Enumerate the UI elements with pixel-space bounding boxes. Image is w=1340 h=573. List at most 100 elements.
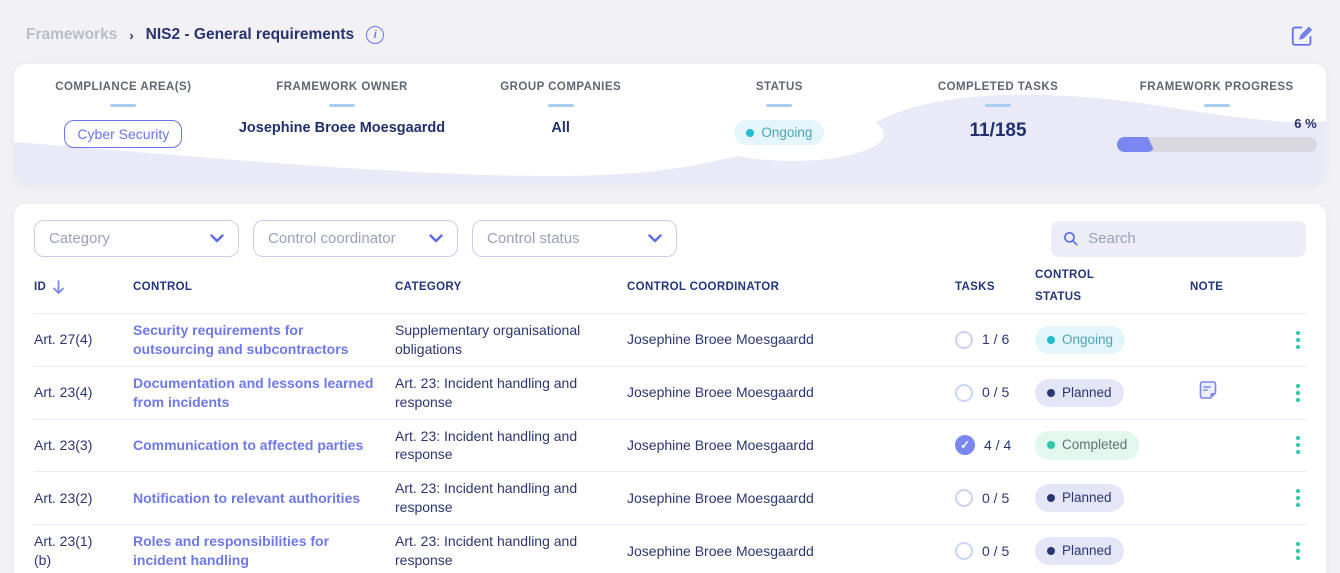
control-status-filter-dropdown[interactable]: Control status [472, 220, 677, 257]
column-header-note: NOTE [1190, 281, 1224, 293]
search-input[interactable] [1088, 230, 1294, 247]
status-dot [1047, 388, 1055, 397]
column-header-id-sort[interactable]: ID [34, 279, 133, 295]
control-status-cell: Planned [1035, 477, 1190, 519]
tasks-cell: 0 / 5 [955, 376, 1035, 409]
tasks-cell: 1 / 6 [955, 323, 1035, 356]
filter-row: Category Control coordinator Control sta… [34, 220, 1306, 257]
status-text: Planned [1062, 384, 1112, 400]
summary-label: COMPLIANCE AREA(S) [55, 81, 192, 93]
status-text: Ongoing [1062, 331, 1114, 347]
control-id-cell: Art. 23(1) (b) [34, 533, 93, 569]
status-dot [1047, 441, 1055, 450]
tasks-cell: 4 / 4 [955, 428, 1035, 462]
edit-pencil-icon [1291, 26, 1312, 46]
search-box[interactable] [1051, 220, 1306, 257]
control-coordinator-filter-dropdown[interactable]: Control coordinator [253, 220, 458, 257]
tasks-progress-circle-icon [955, 330, 973, 349]
framework-owner-value: Josephine Broee Moesgaardd [238, 120, 446, 136]
row-actions-kebab-menu[interactable] [1296, 383, 1306, 402]
edit-framework-button[interactable] [1286, 20, 1316, 50]
table-header-row: ID CONTROL CATEGORY CONTROL COORDINATOR … [34, 261, 1306, 313]
coordinator-cell: Josephine Broee Moesgaardd [627, 437, 814, 453]
category-cell: Art. 23: Incident handling and response [395, 427, 578, 463]
category-cell: Art. 23: Incident handling and response [395, 374, 578, 410]
summary-framework-progress: FRAMEWORK PROGRESS 6 % [1107, 81, 1326, 184]
summary-group-companies: GROUP COMPANIES All [451, 81, 670, 184]
row-actions-kebab-menu[interactable] [1296, 489, 1306, 508]
status-text: Completed [1062, 437, 1128, 453]
control-name-link[interactable]: Documentation and lessons learned from i… [133, 367, 395, 419]
row-actions-kebab-menu[interactable] [1296, 542, 1306, 561]
control-name-link[interactable]: Communication to affected parties [133, 429, 395, 462]
progress-bar [1116, 137, 1317, 152]
note-cell[interactable] [1190, 371, 1260, 414]
summary-status: STATUS Ongoing [670, 81, 889, 184]
control-status-badge: Planned [1035, 536, 1124, 566]
progress-bar-fill [1116, 137, 1155, 152]
column-header-control-status: CONTROL STATUS [1035, 269, 1095, 303]
coordinator-cell: Josephine Broee Moesgaardd [627, 331, 814, 348]
summary-label: STATUS [755, 81, 803, 93]
table-row: Art. 23(1) (b) Roles and responsibilitie… [34, 524, 1306, 573]
column-header-category: CATEGORY [395, 281, 462, 293]
table-row: Art. 23(3) Communication to affected par… [34, 418, 1306, 472]
control-status-badge: Planned [1035, 484, 1124, 513]
control-id-cell: Art. 23(3) [34, 437, 93, 453]
tasks-count: 0 / 5 [982, 384, 1010, 401]
summary-label: GROUP COMPANIES [500, 81, 622, 93]
label-underline [1203, 104, 1230, 107]
page-title: NIS2 - General requirements [145, 26, 355, 43]
tasks-count: 4 / 4 [984, 437, 1012, 453]
tasks-progress-circle-icon [955, 489, 973, 508]
chevron-down-icon [210, 234, 224, 243]
coordinator-cell: Josephine Broee Moesgaardd [627, 489, 814, 506]
summary-framework-owner: FRAMEWORK OWNER Josephine Broee Moesgaar… [233, 81, 452, 184]
tasks-count: 0 / 5 [982, 542, 1010, 559]
category-filter-dropdown[interactable]: Category [34, 220, 239, 257]
coordinator-cell: Josephine Broee Moesgaardd [627, 384, 814, 401]
note-icon [1199, 381, 1217, 400]
tasks-count: 1 / 6 [982, 331, 1010, 348]
group-companies-value: All [551, 120, 570, 136]
table-body: Art. 27(4) Security requirements for out… [34, 313, 1306, 573]
control-status-cell: Completed [1035, 424, 1190, 466]
row-actions-kebab-menu[interactable] [1296, 330, 1306, 349]
dropdown-placeholder: Control coordinator [268, 230, 396, 247]
label-underline [329, 104, 355, 107]
framework-progress: 6 % [1116, 116, 1317, 152]
chevron-down-icon [648, 234, 662, 243]
column-header-control: CONTROL [133, 281, 193, 293]
label-underline [985, 104, 1012, 107]
control-status-badge: Planned [1035, 378, 1124, 407]
control-name-link[interactable]: Roles and responsibilities for incident … [133, 525, 395, 573]
coordinator-cell: Josephine Broee Moesgaardd [627, 542, 814, 559]
status-dot [1047, 494, 1055, 503]
framework-status-badge: Ongoing [734, 120, 825, 145]
search-icon [1064, 231, 1078, 246]
topbar: Frameworks › NIS2 - General requirements… [0, 0, 1340, 64]
control-name-link[interactable]: Notification to relevant authorities [133, 482, 395, 515]
breadcrumb-parent-link[interactable]: Frameworks [26, 26, 117, 44]
control-status-badge: Ongoing [1035, 325, 1126, 354]
status-dot [1047, 547, 1055, 556]
row-actions-kebab-menu[interactable] [1296, 436, 1306, 455]
sort-desc-arrow-icon [53, 279, 65, 294]
label-underline [110, 104, 137, 107]
dropdown-placeholder: Control status [487, 230, 580, 247]
completed-tasks-value: 11/185 [969, 120, 1027, 141]
tasks-progress-circle-icon [955, 383, 973, 402]
column-header-tasks: TASKS [955, 281, 995, 293]
info-icon[interactable]: i [366, 26, 385, 44]
status-text: Ongoing [761, 125, 813, 140]
tasks-cell: 0 / 5 [955, 482, 1035, 515]
control-name-link[interactable]: Security requirements for outsourcing an… [133, 314, 395, 366]
summary-label: FRAMEWORK OWNER [276, 81, 408, 93]
status-dot [746, 128, 755, 137]
status-text: Planned [1062, 542, 1112, 558]
category-cell: Art. 23: Incident handling and response [395, 480, 578, 516]
label-underline [547, 104, 574, 107]
chevron-down-icon [429, 234, 443, 243]
tasks-progress-circle-icon [955, 542, 973, 560]
control-status-cell: Planned [1035, 530, 1190, 572]
